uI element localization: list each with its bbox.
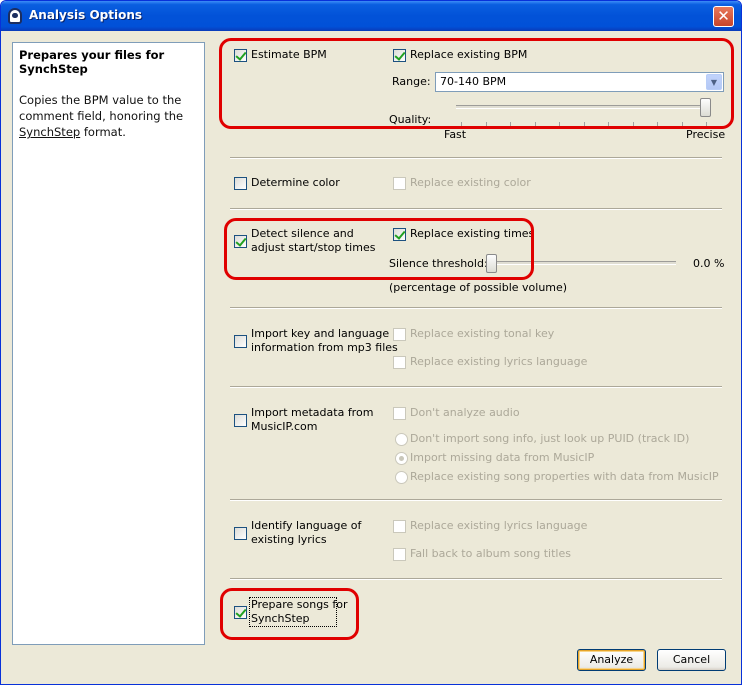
quality-max-label: Precise (686, 128, 726, 141)
identify-language-label-line1: Identify language of (251, 519, 362, 532)
description-line: SynchStep format. (19, 124, 198, 140)
app-icon (8, 8, 22, 24)
musicip-option-radio[interactable] (395, 433, 408, 446)
musicip-option-label: Replace existing song properties with da… (410, 470, 719, 483)
import-musicip-label-line2: MusicIP.com (251, 420, 318, 433)
description-body: Copies the BPM value to the comment fiel… (19, 92, 198, 140)
import-key-checkbox[interactable] (234, 335, 247, 348)
separator (230, 499, 722, 501)
description-line-end: format. (80, 125, 126, 139)
replace-tonal-key-label: Replace existing tonal key (410, 327, 555, 340)
import-key-label-line2: information from mp3 files (251, 341, 398, 354)
replace-tonal-key-checkbox[interactable] (393, 328, 406, 341)
replace-lyrics-language-label: Replace existing lyrics language (410, 355, 588, 368)
separator (230, 578, 722, 580)
musicip-option-label: Don't import song info, just look up PUI… (410, 432, 690, 445)
cancel-button[interactable]: Cancel (657, 649, 726, 671)
highlight-synchstep-section (220, 588, 359, 640)
dont-analyze-audio-label: Don't analyze audio (410, 406, 520, 419)
fallback-album-titles-label: Fall back to album song titles (410, 547, 571, 560)
replace-lyrics-label: Replace existing lyrics language (410, 519, 588, 532)
description-title: Prepares your files for SynchStep (19, 48, 165, 76)
highlight-bpm-section (219, 38, 734, 129)
fallback-album-titles-checkbox[interactable] (393, 548, 406, 561)
separator (230, 157, 722, 159)
highlight-silence-section (224, 218, 534, 280)
description-line: Copies the BPM value to the (19, 93, 182, 107)
import-key-label-line1: Import key and language (251, 327, 390, 340)
determine-color-label: Determine color (251, 176, 340, 189)
close-icon: ✕ (717, 7, 730, 25)
analyze-button[interactable]: Analyze (577, 649, 646, 671)
silence-threshold-note: (percentage of possible volume) (389, 281, 568, 294)
description-panel: Prepares your files for SynchStep Copies… (12, 42, 205, 645)
silence-threshold-value: 0.0 % (693, 257, 725, 270)
window-title: Analysis Options (29, 8, 143, 22)
musicip-option-radio[interactable] (395, 452, 408, 465)
separator (230, 307, 722, 309)
quality-min-label: Fast (444, 128, 467, 141)
separator (230, 208, 722, 210)
separator (230, 386, 722, 388)
musicip-option-radio[interactable] (395, 471, 408, 484)
identify-language-label-line2: existing lyrics (251, 533, 327, 546)
dont-analyze-audio-checkbox[interactable] (393, 407, 406, 420)
replace-color-checkbox[interactable] (393, 177, 406, 190)
replace-lyrics-checkbox[interactable] (393, 520, 406, 533)
determine-color-checkbox[interactable] (234, 177, 247, 190)
analysis-options-dialog: Analysis Options ✕ Prepares your files f… (0, 0, 742, 685)
import-musicip-checkbox[interactable] (234, 414, 247, 427)
identify-language-checkbox[interactable] (234, 527, 247, 540)
import-musicip-label-line1: Import metadata from (251, 406, 374, 419)
close-button[interactable]: ✕ (713, 6, 734, 27)
description-line: comment field, honoring the (19, 109, 184, 123)
musicip-option-label: Import missing data from MusicIP (410, 451, 595, 464)
title-bar[interactable]: Analysis Options ✕ (1, 1, 741, 31)
replace-color-label: Replace existing color (410, 176, 531, 189)
synchstep-link[interactable]: SynchStep (19, 125, 80, 139)
replace-lyrics-language-checkbox[interactable] (393, 356, 406, 369)
